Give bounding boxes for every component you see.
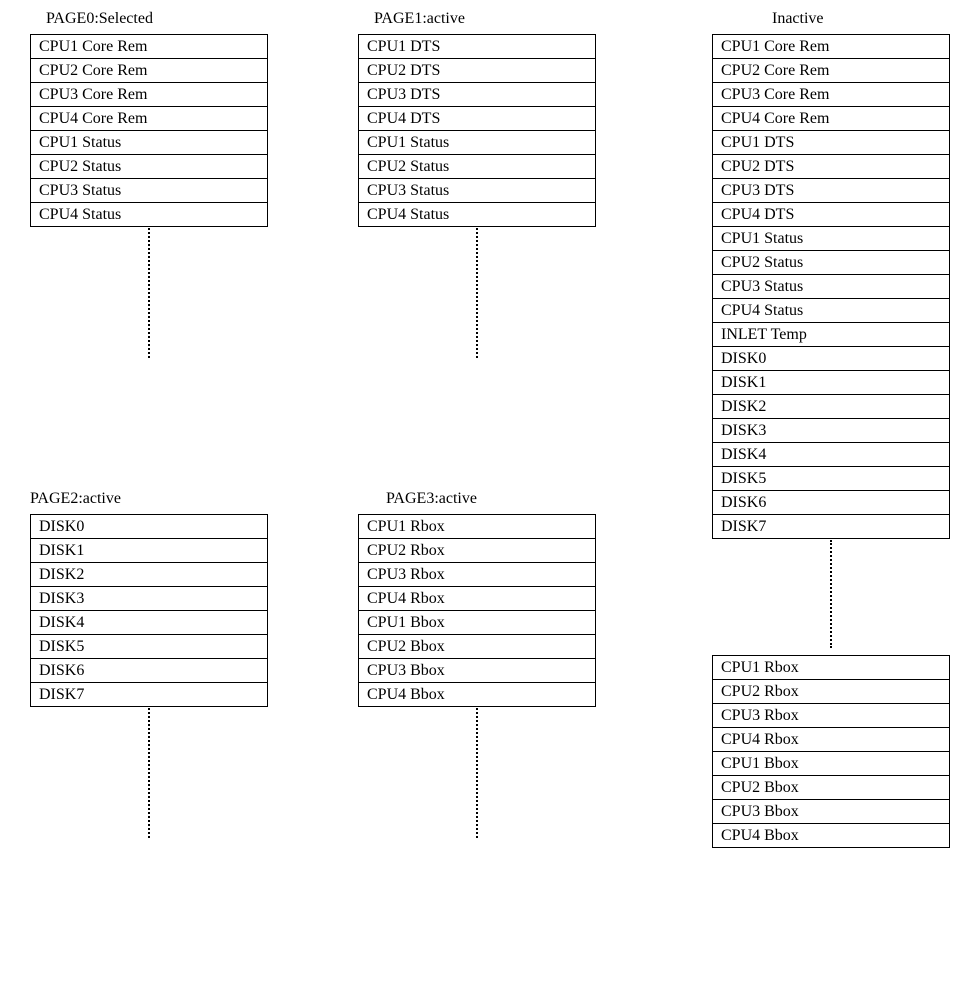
- list-item: CPU1 Status: [359, 131, 595, 155]
- list-item: CPU4 Rbox: [359, 587, 595, 611]
- list-item: CPU3 Status: [31, 179, 267, 203]
- list-item: DISK4: [713, 443, 949, 467]
- inactive-panel-top: Inactive CPU1 Core Rem CPU2 Core Rem CPU…: [712, 10, 950, 539]
- list-item: CPU2 Rbox: [713, 680, 949, 704]
- list-item: CPU3 Rbox: [359, 563, 595, 587]
- list-item: DISK7: [713, 515, 949, 539]
- page3-panel: PAGE3:active CPU1 Rbox CPU2 Rbox CPU3 Rb…: [358, 490, 596, 707]
- list-item: DISK1: [713, 371, 949, 395]
- list-item: CPU3 DTS: [359, 83, 595, 107]
- list-item: CPU2 Rbox: [359, 539, 595, 563]
- list-item: CPU3 Core Rem: [713, 83, 949, 107]
- list-item: CPU2 Bbox: [359, 635, 595, 659]
- list-item: CPU2 Core Rem: [31, 59, 267, 83]
- list-item: CPU1 Status: [31, 131, 267, 155]
- list-item: CPU3 Rbox: [713, 704, 949, 728]
- list-item: CPU1 Bbox: [359, 611, 595, 635]
- list-item: DISK0: [713, 347, 949, 371]
- list-item: CPU4 Status: [359, 203, 595, 227]
- list-item: CPU2 Bbox: [713, 776, 949, 800]
- list-item: CPU3 Bbox: [713, 800, 949, 824]
- list-item: CPU1 DTS: [713, 131, 949, 155]
- list-item: DISK4: [31, 611, 267, 635]
- continuation-dots: [830, 540, 832, 648]
- list-item: CPU4 Rbox: [713, 728, 949, 752]
- list-item: DISK5: [31, 635, 267, 659]
- list-item: CPU4 DTS: [713, 203, 949, 227]
- list-item: CPU1 Rbox: [359, 515, 595, 539]
- list-item: DISK7: [31, 683, 267, 707]
- list-item: CPU3 DTS: [713, 179, 949, 203]
- continuation-dots: [476, 228, 478, 358]
- list-item: CPU4 Core Rem: [713, 107, 949, 131]
- inactive-top-list: CPU1 Core Rem CPU2 Core Rem CPU3 Core Re…: [712, 34, 950, 539]
- list-item: CPU2 DTS: [713, 155, 949, 179]
- list-item: DISK1: [31, 539, 267, 563]
- list-item: CPU4 Status: [713, 299, 949, 323]
- list-item: CPU4 Core Rem: [31, 107, 267, 131]
- page2-panel: PAGE2:active DISK0 DISK1 DISK2 DISK3 DIS…: [30, 490, 268, 707]
- list-item: CPU1 DTS: [359, 35, 595, 59]
- list-item: CPU1 Bbox: [713, 752, 949, 776]
- list-item: CPU2 DTS: [359, 59, 595, 83]
- list-item: CPU3 Status: [359, 179, 595, 203]
- page2-title: PAGE2:active: [30, 490, 268, 508]
- list-item: DISK2: [31, 563, 267, 587]
- inactive-title: Inactive: [772, 10, 950, 28]
- page2-list: DISK0 DISK1 DISK2 DISK3 DISK4 DISK5 DISK…: [30, 514, 268, 707]
- continuation-dots: [476, 708, 478, 838]
- list-item: CPU4 DTS: [359, 107, 595, 131]
- list-item: CPU4 Bbox: [359, 683, 595, 707]
- list-item: DISK6: [31, 659, 267, 683]
- list-item: CPU4 Status: [31, 203, 267, 227]
- page0-list: CPU1 Core Rem CPU2 Core Rem CPU3 Core Re…: [30, 34, 268, 227]
- list-item: CPU1 Core Rem: [31, 35, 267, 59]
- inactive-bottom-list: CPU1 Rbox CPU2 Rbox CPU3 Rbox CPU4 Rbox …: [712, 655, 950, 848]
- list-item: CPU3 Status: [713, 275, 949, 299]
- list-item: CPU4 Bbox: [713, 824, 949, 848]
- page3-title: PAGE3:active: [386, 490, 596, 508]
- page1-list: CPU1 DTS CPU2 DTS CPU3 DTS CPU4 DTS CPU1…: [358, 34, 596, 227]
- list-item: CPU2 Status: [713, 251, 949, 275]
- list-item: CPU2 Status: [359, 155, 595, 179]
- list-item: DISK2: [713, 395, 949, 419]
- page1-title: PAGE1:active: [374, 10, 596, 28]
- list-item: CPU2 Core Rem: [713, 59, 949, 83]
- list-item: INLET Temp: [713, 323, 949, 347]
- page3-list: CPU1 Rbox CPU2 Rbox CPU3 Rbox CPU4 Rbox …: [358, 514, 596, 707]
- list-item: CPU2 Status: [31, 155, 267, 179]
- page0-title: PAGE0:Selected: [46, 10, 268, 28]
- list-item: CPU3 Core Rem: [31, 83, 267, 107]
- page1-panel: PAGE1:active CPU1 DTS CPU2 DTS CPU3 DTS …: [358, 10, 596, 227]
- list-item: CPU1 Status: [713, 227, 949, 251]
- list-item: DISK5: [713, 467, 949, 491]
- continuation-dots: [148, 708, 150, 838]
- inactive-panel-bottom: CPU1 Rbox CPU2 Rbox CPU3 Rbox CPU4 Rbox …: [712, 655, 950, 848]
- page0-panel: PAGE0:Selected CPU1 Core Rem CPU2 Core R…: [30, 10, 268, 227]
- list-item: DISK6: [713, 491, 949, 515]
- list-item: CPU3 Bbox: [359, 659, 595, 683]
- list-item: CPU1 Core Rem: [713, 35, 949, 59]
- list-item: DISK0: [31, 515, 267, 539]
- continuation-dots: [148, 228, 150, 358]
- list-item: CPU1 Rbox: [713, 656, 949, 680]
- list-item: DISK3: [713, 419, 949, 443]
- list-item: DISK3: [31, 587, 267, 611]
